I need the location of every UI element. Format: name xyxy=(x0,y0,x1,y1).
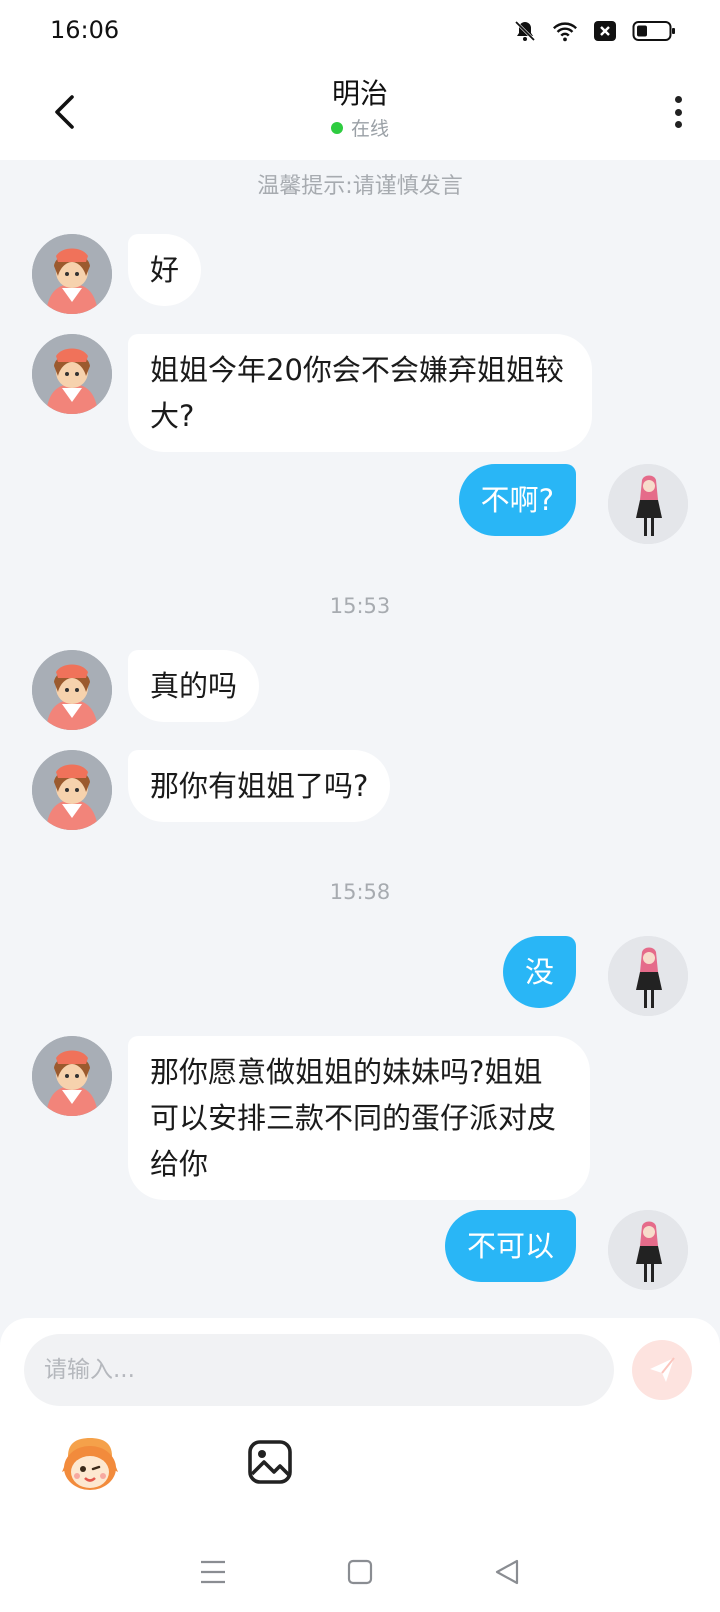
contact-avatar[interactable] xyxy=(32,234,112,314)
status-time: 16:06 xyxy=(50,16,120,44)
message-bubble[interactable]: 不啊? xyxy=(458,464,576,536)
safety-tip: 温馨提示:请谨慎发言 xyxy=(257,174,463,199)
message-input[interactable]: 请输入... xyxy=(24,1334,614,1406)
recent-apps-button[interactable] xyxy=(193,1552,233,1592)
more-vertical-icon xyxy=(674,96,682,103)
timestamp: 15:58 xyxy=(329,880,391,904)
send-button[interactable] xyxy=(632,1340,692,1400)
message-bubble[interactable]: 好 xyxy=(128,234,202,306)
home-button[interactable] xyxy=(340,1552,380,1592)
my-avatar[interactable] xyxy=(608,1210,688,1290)
online-status-label: 在线 xyxy=(350,118,389,140)
home-square-icon xyxy=(347,1559,373,1585)
send-icon xyxy=(650,1357,675,1382)
emoji-button[interactable] xyxy=(60,1436,120,1492)
contact-info: 明治 在线 xyxy=(0,76,720,141)
message-bubble[interactable]: 真的吗 xyxy=(128,650,260,722)
contact-avatar[interactable] xyxy=(32,1036,112,1116)
menu-icon xyxy=(201,1560,226,1584)
chat-header: 明治 在线 xyxy=(0,64,720,160)
image-icon xyxy=(248,1440,292,1484)
more-button[interactable] xyxy=(664,92,692,132)
status-bar: 16:06 xyxy=(0,0,720,64)
message-bubble[interactable]: 那你有姐姐了吗? xyxy=(128,750,391,822)
my-avatar[interactable] xyxy=(608,936,688,1016)
chat-history[interactable]: 温馨提示:请谨慎发言 好 姐姐今年20你会不会嫌弃姐姐较大? 不啊? 15:53… xyxy=(0,160,720,1318)
contact-avatar[interactable] xyxy=(32,334,112,414)
contact-avatar[interactable] xyxy=(32,650,112,730)
message-bubble[interactable]: 姐姐今年20你会不会嫌弃姐姐较大? xyxy=(128,334,592,452)
emoji-mascot-icon xyxy=(62,1438,118,1490)
image-button[interactable] xyxy=(246,1438,294,1486)
contact-name: 明治 xyxy=(331,77,388,110)
my-avatar[interactable] xyxy=(608,464,688,544)
message-bubble[interactable]: 没 xyxy=(502,936,576,1008)
wifi-icon xyxy=(552,18,578,44)
status-icons xyxy=(512,18,676,44)
battery-icon xyxy=(632,18,676,44)
timestamp: 15:53 xyxy=(329,594,391,618)
close-box-icon xyxy=(592,18,618,44)
navigation-bar xyxy=(0,1532,720,1612)
bell-muted-icon xyxy=(512,18,538,44)
contact-avatar[interactable] xyxy=(32,750,112,830)
online-status: 在线 xyxy=(0,114,720,141)
system-back-button[interactable] xyxy=(487,1552,527,1592)
back-triangle-icon xyxy=(495,1559,518,1585)
message-bubble[interactable]: 不可以 xyxy=(444,1210,576,1282)
online-dot-icon xyxy=(330,121,343,134)
message-bubble[interactable]: 那你愿意做姐姐的妹妹吗?姐姐可以安排三款不同的蛋仔派对皮给你 xyxy=(128,1036,590,1200)
